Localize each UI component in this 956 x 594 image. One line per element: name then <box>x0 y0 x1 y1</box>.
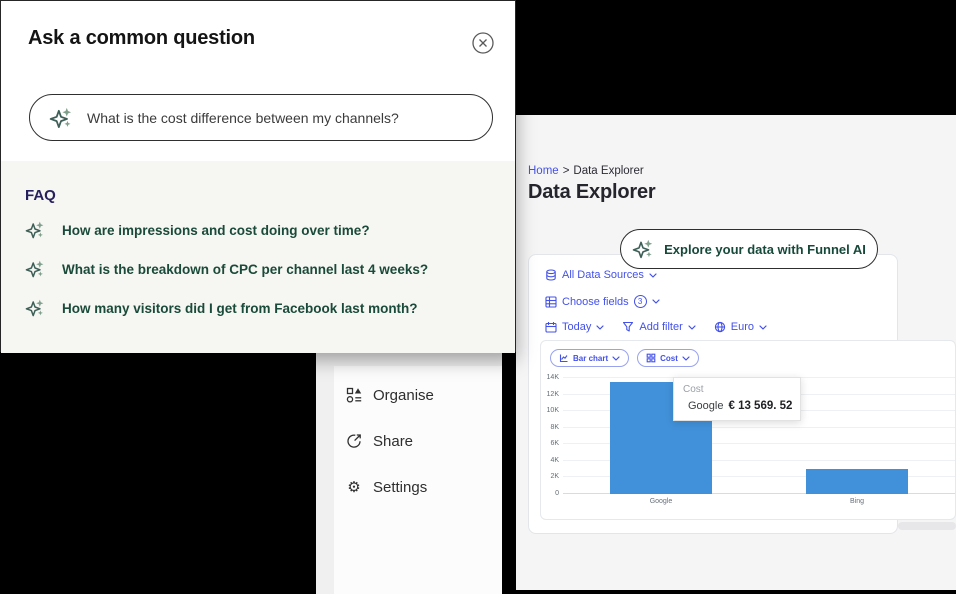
tooltip-value: € 13 569. 52 <box>728 400 792 412</box>
tooltip-metric-label: Cost <box>683 384 791 395</box>
menu-item-label: Share <box>373 433 413 450</box>
chart-type-label: Bar chart <box>573 354 608 363</box>
calendar-icon <box>545 321 557 333</box>
faq-question[interactable]: What is the breakdown of CPC per channel… <box>25 259 491 279</box>
date-range-dropdown[interactable]: Today <box>545 321 604 333</box>
faq-question-text: What is the breakdown of CPC per channel… <box>62 262 428 277</box>
data-sources-row: All Data Sources <box>545 269 657 281</box>
data-sources-label: All Data Sources <box>562 269 644 281</box>
sparkle-icon <box>632 238 654 260</box>
horizontal-scrollbar-thumb[interactable] <box>898 522 956 530</box>
breadcrumb-current: Data Explorer <box>573 165 643 177</box>
chart-controls: Bar chart Cost <box>550 349 699 367</box>
y-tick-label: 10K <box>541 407 559 415</box>
breadcrumb-home-link[interactable]: Home <box>528 165 559 177</box>
ask-question-modal: Ask a common question What is the cost d… <box>0 0 516 352</box>
globe-icon <box>714 321 726 333</box>
chart-card: Bar chart Cost 0 2K 4K 6K 8K 10K 12K 14K Google… <box>540 340 956 520</box>
chevron-down-icon <box>612 356 620 361</box>
chevron-down-icon <box>682 356 690 361</box>
currency-dropdown[interactable]: Euro <box>714 321 767 333</box>
chart-tooltip: Cost Google € 13 569. 52 <box>673 377 801 421</box>
metric-icon <box>646 353 656 363</box>
add-filter-label: Add filter <box>639 321 682 333</box>
close-icon <box>471 31 495 55</box>
y-axis: 02K4K6K8K10K12K14K <box>541 378 559 494</box>
gear-icon: ⚙ <box>346 479 362 495</box>
table-icon <box>545 296 557 308</box>
chevron-down-icon <box>688 325 696 330</box>
choose-fields-row: Choose fields 3 <box>545 295 660 308</box>
x-tick-label: Bing <box>759 498 955 505</box>
menu-item-organise[interactable]: Organise <box>334 372 502 418</box>
faq-heading: FAQ <box>25 187 491 204</box>
filter-icon <box>622 321 634 333</box>
data-explorer-page: Home>Data Explorer Data Explorer All Dat… <box>516 115 956 590</box>
common-question-text: What is the cost difference between my c… <box>87 110 399 126</box>
y-tick-label: 12K <box>541 391 559 399</box>
organise-icon <box>346 387 362 403</box>
faq-question-text: How many visitors did I get from Faceboo… <box>62 301 418 316</box>
metric-label: Cost <box>660 354 678 363</box>
tooltip-channel: Google <box>688 400 723 412</box>
faq-question-text: How are impressions and cost doing over … <box>62 223 370 238</box>
stage: Home>Data Explorer Data Explorer All Dat… <box>0 0 956 594</box>
chevron-down-icon <box>759 325 767 330</box>
chevron-down-icon <box>652 299 660 304</box>
share-icon <box>346 433 362 449</box>
menu-item-label: Organise <box>373 387 434 404</box>
faq-question[interactable]: How are impressions and cost doing over … <box>25 220 491 240</box>
sparkle-icon <box>25 220 45 240</box>
page-title: Data Explorer <box>528 181 655 204</box>
funnel-ai-button-label: Explore your data with Funnel AI <box>664 242 866 257</box>
close-button[interactable] <box>471 31 495 55</box>
breadcrumb-separator: > <box>563 165 570 177</box>
database-icon <box>545 269 557 281</box>
y-tick-label: 4K <box>541 457 559 465</box>
faq-section: FAQ How are impressions and cost doing o… <box>1 161 515 353</box>
sparkle-icon <box>25 298 45 318</box>
menu-item-settings[interactable]: ⚙ Settings <box>334 464 502 510</box>
funnel-ai-button[interactable]: Explore your data with Funnel AI <box>620 229 878 269</box>
y-tick-label: 2K <box>541 473 559 481</box>
data-sources-dropdown[interactable]: All Data Sources <box>545 269 657 281</box>
x-axis: GoogleBing <box>563 498 955 510</box>
y-tick-label: 0 <box>541 490 559 498</box>
breadcrumb: Home >Data Explorer <box>528 165 644 177</box>
metric-dropdown[interactable]: Cost <box>637 349 699 367</box>
filter-settings-row: Today Add filter Euro <box>545 321 767 333</box>
faq-question[interactable]: How many visitors did I get from Faceboo… <box>25 298 491 318</box>
currency-label: Euro <box>731 321 754 333</box>
add-filter-dropdown[interactable]: Add filter <box>622 321 695 333</box>
menu-item-share[interactable]: Share <box>334 418 502 464</box>
y-tick-label: 14K <box>541 374 559 382</box>
sparkle-icon <box>25 259 45 279</box>
tooltip-row: Google € 13 569. 52 <box>683 399 791 412</box>
modal-title: Ask a common question <box>28 27 255 50</box>
chart-type-dropdown[interactable]: Bar chart <box>550 349 629 367</box>
bar-chart-icon <box>559 353 569 363</box>
sparkle-icon <box>49 106 73 130</box>
choose-fields-dropdown[interactable]: Choose fields 3 <box>545 295 660 308</box>
date-range-label: Today <box>562 321 591 333</box>
chevron-down-icon <box>649 273 657 278</box>
menu-item-label: Settings <box>373 479 427 496</box>
context-menu: Organise Share ⚙ Settings <box>334 366 502 594</box>
common-question-input[interactable]: What is the cost difference between my c… <box>29 94 493 141</box>
y-tick-label: 6K <box>541 440 559 448</box>
y-tick-label: 8K <box>541 424 559 432</box>
choose-fields-count-badge: 3 <box>634 295 647 308</box>
x-tick-label: Google <box>563 498 759 505</box>
context-menu-panel: Organise Share ⚙ Settings <box>316 352 502 594</box>
bar-bing[interactable] <box>806 469 908 494</box>
choose-fields-label: Choose fields <box>562 296 629 308</box>
chevron-down-icon <box>596 325 604 330</box>
